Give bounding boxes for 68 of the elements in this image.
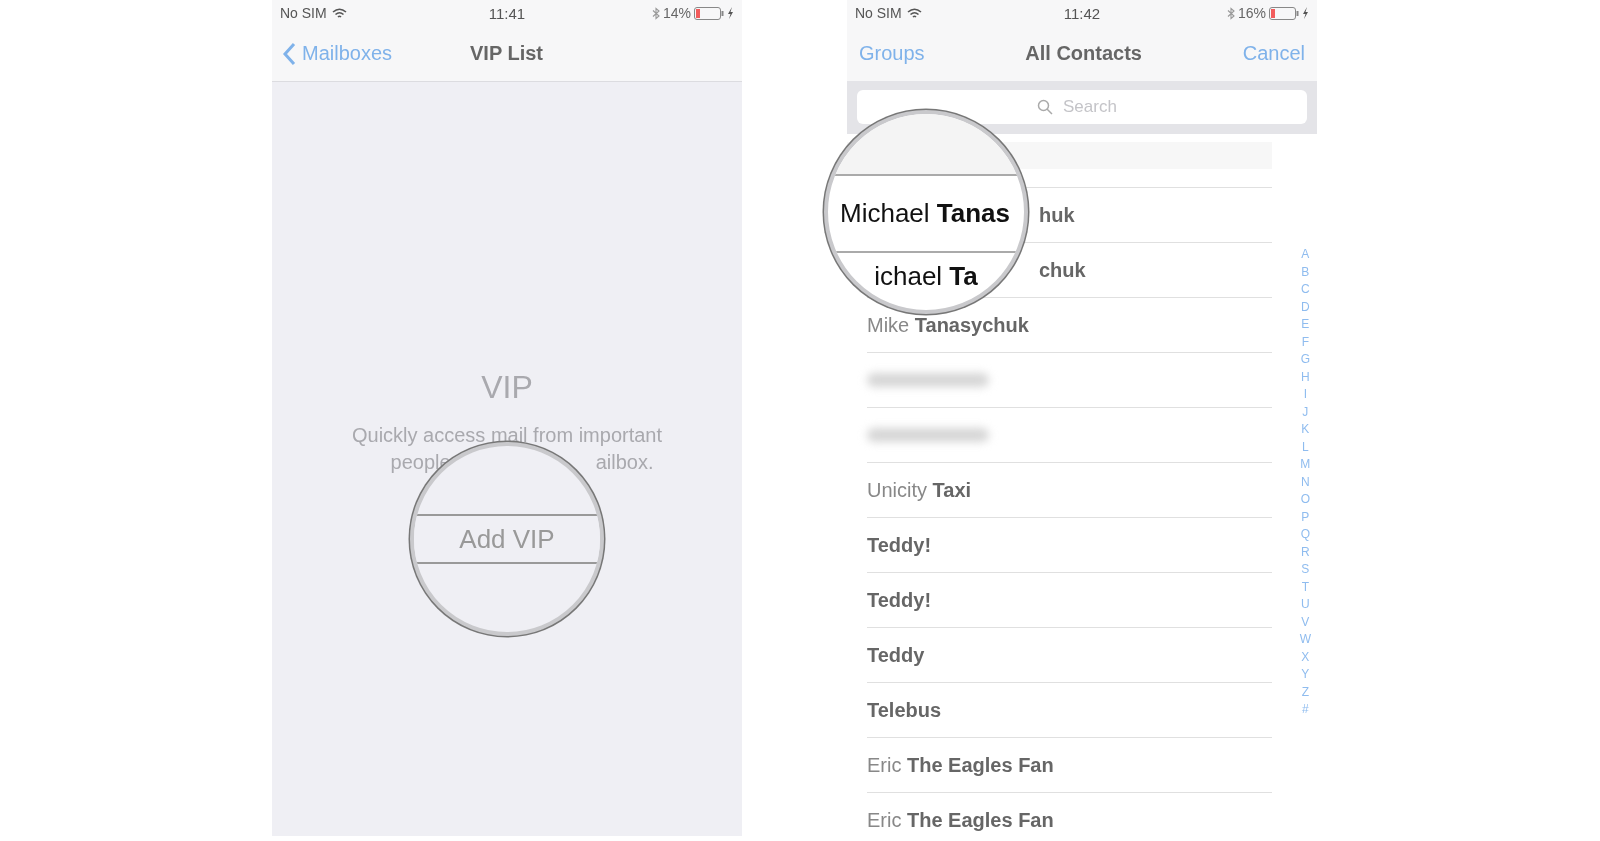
wifi-icon [331,7,347,19]
contact-name[interactable]: Eric The Eagles Fan [867,808,1054,832]
back-button[interactable]: Mailboxes [272,41,393,66]
index-letter[interactable]: V [1301,613,1310,631]
clock-time: 11:42 [1063,4,1101,22]
chevron-left-icon [282,41,296,66]
index-letter[interactable]: C [1301,281,1310,299]
contact-name[interactable]: Teddy! [867,588,932,612]
index-letter[interactable]: O [1300,491,1310,509]
index-letter[interactable]: Y [1301,666,1310,684]
index-letter[interactable]: E [1301,316,1310,334]
search-icon [1037,99,1053,115]
index-letter[interactable]: T [1301,578,1309,596]
battery-percent: 14% [662,5,691,21]
cancel-button[interactable]: Cancel [1242,42,1305,65]
contact-name[interactable]: chuk [1039,258,1086,282]
index-letter[interactable]: B [1301,263,1310,281]
charging-bolt-icon [727,7,734,19]
contact-name[interactable]: Telebus [867,698,942,722]
index-letter[interactable]: X [1301,648,1310,666]
add-vip-button[interactable]: Add VIP [414,514,600,564]
carrier-text: No SIM [855,5,902,21]
index-letter[interactable]: A [1301,246,1310,264]
search-field[interactable]: Search [857,90,1307,124]
index-letter[interactable]: M [1300,456,1311,474]
index-letter[interactable]: R [1301,543,1310,561]
contact-name[interactable]: Mike Tanasychuk [867,313,1029,337]
index-letter[interactable]: H [1301,368,1310,386]
index-letter[interactable]: G [1300,351,1310,369]
index-letter[interactable]: K [1301,421,1310,439]
blurred-name[interactable] [867,428,989,442]
index-letter[interactable]: Q [1300,526,1310,544]
empty-description: Quickly access mail from important [351,423,663,448]
blurred-name[interactable] [867,373,989,387]
clock-time: 11:41 [488,4,526,22]
empty-description: ailbox. [595,450,654,475]
index-letter[interactable]: Z [1301,683,1309,701]
nav-title: All Contacts [1025,42,1142,65]
battery-icon [1269,6,1299,20]
contact-name[interactable]: Unicity Taxi [867,478,972,502]
bluetooth-icon [651,6,660,20]
battery-percent: 16% [1237,5,1266,21]
index-letter[interactable]: L [1302,438,1309,456]
bluetooth-icon [1226,6,1235,20]
index-letter[interactable]: D [1301,298,1310,316]
index-letter[interactable]: F [1301,333,1309,351]
index-letter[interactable]: P [1301,508,1310,526]
battery-icon [694,6,724,20]
index-letter[interactable]: J [1302,403,1309,421]
index-letter[interactable]: S [1301,561,1310,579]
contact-name[interactable]: Teddy [867,643,925,667]
groups-button[interactable]: Groups [859,42,925,65]
search-input[interactable]: Search [1061,96,1127,118]
charging-bolt-icon [1302,7,1309,19]
contact-name: ichael Ta [874,261,978,292]
contact-name[interactable]: Teddy! [867,533,932,557]
index-letter[interactable]: U [1301,596,1310,614]
index-letter[interactable]: I [1303,386,1307,404]
nav-title: VIP List [470,42,543,65]
index-letter[interactable]: # [1302,701,1309,719]
contact-name[interactable]: Eric The Eagles Fan [867,753,1054,777]
index-letter[interactable]: N [1301,473,1310,491]
wifi-icon [906,7,922,19]
index-letter[interactable]: W [1299,631,1311,649]
contact-name: Michael Tanas [840,198,1011,229]
empty-title: VIP [481,369,533,406]
carrier-text: No SIM [280,5,327,21]
contact-name[interactable]: huk [1039,203,1075,227]
